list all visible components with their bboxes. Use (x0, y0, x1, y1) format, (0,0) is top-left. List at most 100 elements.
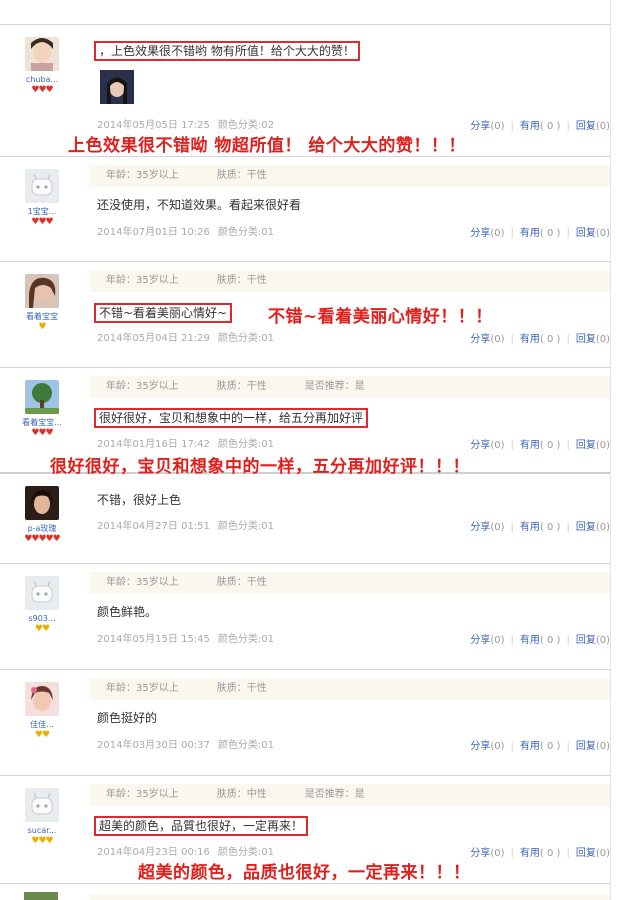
recommend-attribute: 是否推荐：是 (304, 789, 365, 800)
skin-attribute: 肤质：中性 (216, 789, 267, 800)
review-actions: 分享(0) | 有用( 0 ) | 回复(0) (470, 440, 610, 451)
review-meta: 2014年05月04日 21:29 颜色分类:01 (97, 329, 274, 344)
username[interactable]: 佳佳... (12, 720, 72, 730)
review-actions: 分享(0) | 有用( 0 ) | 回复(0) (470, 334, 610, 345)
color-category: 颜色分类:01 (217, 847, 274, 858)
share-link[interactable]: 分享 (470, 228, 490, 239)
reviewer-info: 佳佳... ♥♥ (12, 682, 72, 740)
review-item-partial (0, 886, 610, 900)
review-meta: 2014年04月23日 00:16 颜色分类:01 (97, 843, 274, 858)
review-meta: 2014年07月01日 10:26 颜色分类:01 (97, 223, 274, 238)
review-date: 2014年04月23日 00:16 (97, 847, 210, 858)
reviewer-info: s903... ♥♥ (12, 576, 72, 634)
review-text: 很好很好，宝贝和想象中的一样，给五分再加好评 (94, 408, 369, 428)
reply-count: (0) (595, 440, 610, 451)
avatar[interactable] (25, 788, 59, 822)
username[interactable]: 看着宝宝 (12, 312, 72, 322)
color-category: 颜色分类:01 (217, 227, 274, 238)
useful-link[interactable]: 有用 (520, 334, 540, 345)
share-link[interactable]: 分享 (470, 635, 490, 646)
share-link[interactable]: 分享 (470, 334, 490, 345)
review-item: chuba... ♥♥♥ ，上色效果很不错哟 物有所值！给个大大的赞！ 2014… (0, 25, 610, 157)
useful-link[interactable]: 有用 (520, 440, 540, 451)
share-count: (0) (490, 848, 505, 859)
share-link[interactable]: 分享 (470, 440, 490, 451)
review-text: 颜色鲜艳。 (97, 605, 158, 619)
age-attribute: 年龄：35岁以上 (106, 789, 179, 800)
avatar[interactable] (25, 37, 59, 71)
reply-link[interactable]: 回复 (576, 848, 596, 859)
useful-link[interactable]: 有用 (520, 522, 540, 533)
username[interactable]: s903... (12, 614, 72, 624)
reply-link[interactable]: 回复 (576, 440, 596, 451)
skin-attribute: 肤质：干性 (216, 683, 267, 694)
age-attribute: 年龄：35岁以上 (106, 275, 179, 286)
level-badge: ♥♥ (34, 730, 50, 740)
review-meta: 2014年03月30日 00:37 颜色分类:01 (97, 736, 274, 751)
avatar[interactable] (25, 380, 59, 414)
share-count: (0) (490, 440, 505, 451)
useful-link[interactable]: 有用 (520, 121, 540, 132)
color-category: 颜色分类:01 (217, 333, 274, 344)
review-text: 还没使用，不知道效果。看起来很好看 (97, 198, 302, 212)
username[interactable]: 看着宝宝... (12, 418, 72, 428)
reply-count: (0) (595, 121, 610, 132)
reviewer-info: chuba... ♥♥♥ (12, 37, 72, 95)
reply-link[interactable]: 回复 (576, 121, 596, 132)
highlight-annotation: 超美的颜色，品质也很好，一定再来！！！ (138, 863, 471, 883)
reply-link[interactable]: 回复 (576, 228, 596, 239)
username[interactable]: sucar... (12, 826, 72, 836)
useful-link[interactable]: 有用 (520, 635, 540, 646)
review-meta: 2014年05月15日 15:45 颜色分类:01 (97, 630, 274, 645)
buyer-attributes: 年龄：35岁以上 肤质：中性 是否推荐：是 (90, 784, 610, 806)
review-date: 2014年05月15日 15:45 (97, 634, 210, 645)
review-item: s903... ♥♥ 年龄：35岁以上 肤质：干性 颜色鲜艳。 2014年05月1… (0, 564, 610, 670)
username[interactable]: p-a玫瑰 (12, 524, 72, 534)
reply-link[interactable]: 回复 (576, 334, 596, 345)
share-count: (0) (490, 635, 505, 646)
review-item: sucar... ♥♥♥ 年龄：35岁以上 肤质：中性 是否推荐：是 超美的颜色，品… (0, 776, 610, 884)
useful-count: ( 0 ) (539, 121, 561, 132)
share-link[interactable]: 分享 (470, 522, 490, 533)
useful-count: ( 0 ) (539, 848, 561, 859)
buyer-attributes: 年龄：35岁以上 肤质：干性 (90, 678, 610, 700)
avatar[interactable] (25, 274, 59, 308)
review-date: 2014年01月16日 17:42 (97, 439, 210, 450)
avatar[interactable] (25, 486, 59, 520)
review-item: p-a玫瑰 ♥♥♥♥♥ 不错，很好上色 2014年04月27日 01:51 颜色分… (0, 474, 610, 564)
review-meta: 2014年05月05日 17:25 颜色分类:02 (97, 116, 274, 131)
reply-link[interactable]: 回复 (576, 635, 596, 646)
avatar[interactable] (25, 576, 59, 610)
review-item: 看着宝宝... ♥♥♥ 年龄：35岁以上 肤质：干性 是否推荐：是 很好很好，宝贝和… (0, 368, 610, 477)
share-count: (0) (490, 228, 505, 239)
username[interactable]: 1宝宝... (12, 207, 72, 217)
reply-link[interactable]: 回复 (576, 741, 596, 752)
share-count: (0) (490, 334, 505, 345)
review-actions: 分享(0) | 有用( 0 ) | 回复(0) (470, 228, 610, 239)
share-link[interactable]: 分享 (470, 121, 490, 132)
highlight-annotation: 不错~看着美丽心情好！！！ (268, 307, 493, 327)
useful-link[interactable]: 有用 (520, 848, 540, 859)
buyer-attributes: 年龄：35岁以上 肤质：干性 (90, 270, 610, 292)
share-link[interactable]: 分享 (470, 741, 490, 752)
reply-link[interactable]: 回复 (576, 522, 596, 533)
useful-count: ( 0 ) (539, 741, 561, 752)
review-photo[interactable] (100, 70, 134, 104)
username[interactable]: chuba... (12, 75, 72, 85)
color-category: 颜色分类:01 (217, 740, 274, 751)
reviewer-info: p-a玫瑰 ♥♥♥♥♥ (12, 486, 72, 544)
avatar[interactable] (25, 169, 59, 203)
review-text: 不错~看着美丽心情好~ (94, 303, 233, 323)
level-badge: ♥♥♥ (31, 85, 53, 95)
review-item: 佳佳... ♥♥ 年龄：35岁以上 肤质：干性 颜色挺好的 2014年03月30日… (0, 670, 610, 776)
level-badge: ♥♥♥♥♥ (24, 534, 60, 544)
skin-attribute: 肤质：干性 (216, 170, 267, 181)
review-actions: 分享(0) | 有用( 0 ) | 回复(0) (470, 848, 610, 859)
reply-count: (0) (595, 741, 610, 752)
share-link[interactable]: 分享 (470, 848, 490, 859)
review-meta: 2014年01月16日 17:42 颜色分类:01 (97, 435, 274, 450)
avatar[interactable] (25, 682, 59, 716)
useful-link[interactable]: 有用 (520, 228, 540, 239)
review-date: 2014年07月01日 10:26 (97, 227, 210, 238)
useful-link[interactable]: 有用 (520, 741, 540, 752)
